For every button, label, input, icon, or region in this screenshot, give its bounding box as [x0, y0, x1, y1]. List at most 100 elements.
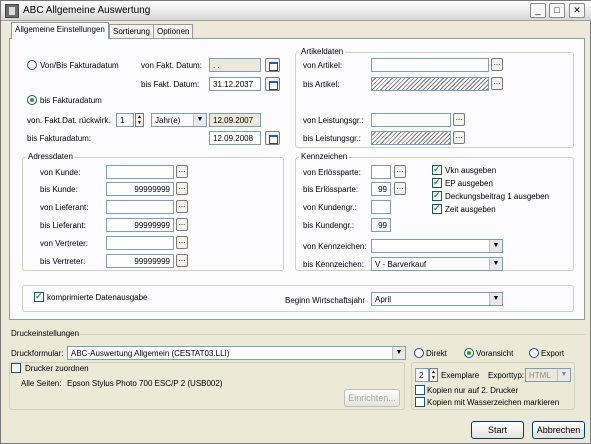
chevron-down-icon: ▼	[557, 369, 570, 381]
radio-export-label: Export	[541, 349, 565, 358]
deckungsbeitrag-checkbox[interactable]	[432, 190, 442, 201]
bis-kunde-label: bis Kunde:	[40, 185, 78, 194]
druckformular-value: ABC-Auswertung Allgemein (CESTAT03.LLI)	[71, 349, 230, 358]
druckeinstellungen-title: Druckeinstellungen	[11, 329, 80, 338]
von-kundengr-field[interactable]	[371, 200, 391, 214]
tab-sortierung[interactable]: Sortierung	[109, 24, 154, 38]
bis-leistungsgr-browse-button[interactable]: ...	[453, 131, 465, 144]
bis-vertreter-label: bis Vertreter:	[40, 257, 86, 266]
wirtschaftsjahr-label: Beginn Wirtschaftsjahr	[285, 296, 366, 305]
window-title: ABC Allgemeine Auswertung	[23, 5, 151, 16]
von-kunde-browse-button[interactable]: ...	[176, 165, 188, 178]
rueckwirkend-spinner[interactable]: ▲ ▼	[135, 113, 144, 127]
von-leistungsgr-field[interactable]	[371, 113, 451, 127]
bis-kennzeichen-select[interactable]: V - Barverkauf ▼	[371, 257, 503, 271]
von-artikel-field[interactable]	[371, 58, 489, 72]
maximize-button[interactable]: □	[549, 3, 565, 18]
divider	[61, 334, 585, 335]
druckformular-label: Druckformular:	[11, 349, 64, 358]
start-button[interactable]: Start	[471, 421, 524, 439]
bis-erloessparte-field[interactable]: 99	[371, 182, 391, 196]
von-vertreter-browse-button[interactable]: ...	[176, 236, 188, 249]
radio-von-bis-label: Von/Bis Fakturadatum	[40, 61, 119, 70]
tab-optionen[interactable]: Optionen	[153, 24, 194, 38]
radio-bis-fakturadatum[interactable]	[27, 95, 37, 105]
ep-ausgeben-checkbox[interactable]	[432, 177, 442, 188]
bis-artikel-browse-button[interactable]: ...	[491, 77, 503, 90]
rueckwirkend-unit-select[interactable]: Jahr(e) ▼	[151, 113, 207, 127]
title-bar: ABC Allgemeine Auswertung _ □ ✕	[1, 1, 591, 21]
bis-fakt-datum-field[interactable]: 31.12.2037	[209, 77, 261, 91]
calendar-icon[interactable]	[265, 58, 280, 72]
bis-fakt-datum-label: bis Fakt. Datum:	[141, 80, 200, 89]
von-artikel-label: von Artikel:	[303, 61, 343, 70]
close-button[interactable]: ✕	[569, 3, 585, 18]
von-erloessparte-browse-button[interactable]: ...	[394, 165, 406, 178]
von-kunde-field[interactable]	[106, 165, 174, 179]
bis-artikel-field[interactable]	[371, 77, 489, 91]
kopien-2-drucker-label: Kopien nur auf 2. Drucker	[427, 386, 519, 395]
kopien-wasserzeichen-checkbox[interactable]	[415, 397, 425, 407]
von-lieferant-field[interactable]	[106, 200, 174, 214]
bis-kundengr-label: bis Kundengr.:	[303, 221, 355, 230]
bis-erloessparte-label: bis Erlössparte:	[303, 185, 359, 194]
chevron-down-icon: ▼	[489, 293, 502, 305]
von-kunde-label: von Kunde:	[40, 168, 81, 177]
rueckwirkend-count-field[interactable]: 1	[116, 113, 134, 127]
bis-kunde-field[interactable]: 99999999	[106, 182, 174, 196]
von-leistungsgr-browse-button[interactable]: ...	[453, 113, 465, 126]
von-vertreter-field[interactable]	[106, 236, 174, 250]
einrichten-button[interactable]: Einrichten...	[344, 389, 400, 407]
chevron-down-icon: ▼	[489, 240, 502, 252]
abbrechen-button[interactable]: Abbrechen	[532, 421, 585, 439]
wirtschaftsjahr-value: April	[375, 295, 392, 304]
bis-vertreter-browse-button[interactable]: ...	[176, 254, 188, 267]
bis-lieferant-field[interactable]: 99999999	[106, 218, 174, 232]
exemplare-field[interactable]: 2	[415, 368, 429, 382]
druckformular-select[interactable]: ABC-Auswertung Allgemein (CESTAT03.LLI) ▼	[67, 346, 406, 360]
von-kennzeichen-label: von Kennzeichen:	[303, 242, 367, 251]
kennzeichen-title: Kennzeichen	[299, 152, 350, 161]
von-artikel-browse-button[interactable]: ...	[491, 58, 503, 71]
drucker-zuordnen-checkbox[interactable]	[11, 363, 21, 373]
radio-von-bis-fakturadatum[interactable]	[27, 60, 37, 70]
radio-export[interactable]	[529, 348, 539, 358]
zeit-ausgeben-checkbox[interactable]	[432, 203, 442, 214]
wirtschaftsjahr-select[interactable]: April ▼	[371, 292, 503, 306]
bis-erloessparte-browse-button[interactable]: ...	[394, 182, 406, 195]
von-erloessparte-label: von Erlössparte:	[303, 168, 361, 177]
rueckwirkend-unit-value: Jahr(e)	[155, 116, 181, 125]
von-leistungsgr-label: von Leistungsgr.:	[303, 116, 364, 125]
adressdaten-title: Adressdaten	[26, 152, 75, 161]
radio-direkt-label: Direkt	[426, 349, 447, 358]
bis-lieferant-browse-button[interactable]: ...	[176, 218, 188, 231]
von-fakt-datum-field[interactable]: . .	[209, 58, 261, 72]
radio-voransicht[interactable]	[464, 348, 474, 358]
exporttyp-select[interactable]: HTML ▼	[525, 368, 571, 382]
bis-vertreter-field[interactable]: 99999999	[106, 254, 174, 268]
vkn-ausgeben-label: Vkn ausgeben	[445, 166, 497, 175]
bis-kundengr-field[interactable]: 99	[371, 218, 391, 232]
bis-fakturadatum-label: bis Fakturadatum:	[27, 134, 92, 143]
tab-allgemeine-einstellungen[interactable]: Allgemeine Einstellungen	[11, 22, 109, 39]
chevron-down-icon: ▼	[193, 114, 206, 126]
bis-fakturadatum-field[interactable]: 12.09.2008	[209, 131, 261, 145]
exporttyp-label: Exporttyp:	[488, 371, 525, 380]
bis-leistungsgr-field[interactable]	[371, 131, 451, 145]
radio-direkt[interactable]	[414, 348, 424, 358]
komprimiert-checkbox[interactable]	[34, 291, 44, 302]
kopien-2-drucker-checkbox[interactable]	[415, 385, 425, 395]
von-kennzeichen-select[interactable]: ▼	[371, 239, 503, 253]
chevron-down-icon: ▼	[392, 347, 405, 359]
von-erloessparte-field[interactable]	[371, 165, 391, 179]
exemplare-label: Exemplare	[441, 371, 480, 380]
calendar-icon[interactable]	[265, 77, 280, 91]
calendar-icon[interactable]	[265, 131, 280, 145]
komprimiert-label: komprimierte Datenausgabe	[47, 293, 148, 302]
app-icon	[5, 4, 19, 18]
exemplare-spinner[interactable]: ▲ ▼	[429, 368, 438, 382]
bis-kunde-browse-button[interactable]: ...	[176, 182, 188, 195]
von-lieferant-browse-button[interactable]: ...	[176, 200, 188, 213]
minimize-button[interactable]: _	[530, 3, 546, 18]
vkn-ausgeben-checkbox[interactable]	[432, 164, 442, 175]
